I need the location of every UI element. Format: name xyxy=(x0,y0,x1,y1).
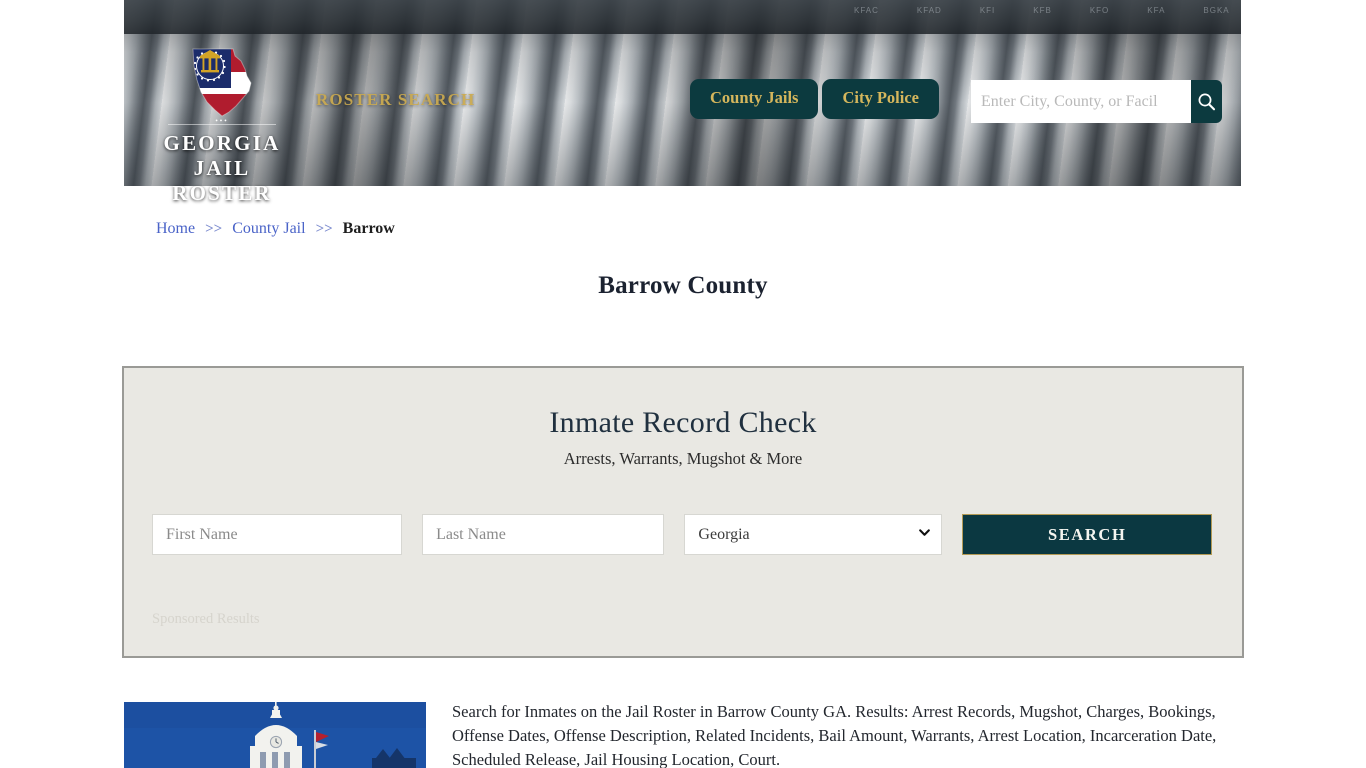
breadcrumb-county-jail-link[interactable]: County Jail xyxy=(232,220,305,237)
page-title: Barrow County xyxy=(598,272,768,299)
logo-line-1: GEORGIA xyxy=(163,131,281,155)
site-search xyxy=(971,80,1222,123)
breadcrumb: Home >> County Jail >> Barrow xyxy=(156,220,395,238)
state-select-wrapper: Georgia xyxy=(684,514,943,555)
inmate-search-button[interactable]: SEARCH xyxy=(962,514,1212,555)
panel-subtitle: Arrests, Warrants, Mugshot & More xyxy=(563,449,803,468)
panel-title: Inmate Record Check xyxy=(549,406,817,439)
logo-divider xyxy=(168,117,276,125)
main-nav: County Jails City Police xyxy=(690,79,939,119)
shelf-label: KFO xyxy=(1089,6,1110,15)
site-search-input[interactable] xyxy=(971,80,1191,123)
nav-city-police-button[interactable]: City Police xyxy=(822,79,939,119)
shelf-label: KFI xyxy=(979,6,996,15)
breadcrumb-separator: >> xyxy=(315,221,333,237)
site-logo[interactable]: GEORGIA JAIL ROSTER xyxy=(152,46,292,205)
georgia-state-flag-icon xyxy=(189,46,255,120)
breadcrumb-home-link[interactable]: Home xyxy=(156,220,195,237)
logo-line-2: JAIL ROSTER xyxy=(172,155,272,205)
inmate-search-form: Georgia SEARCH xyxy=(152,514,1212,555)
shelf-label: KFAD xyxy=(916,6,942,15)
site-search-button[interactable] xyxy=(1191,80,1222,123)
shelf-label: KFA xyxy=(1147,6,1166,15)
header-shelf-labels: KFAC KFAD KFI KFB KFO KFA BGKA xyxy=(854,6,1233,22)
site-tagline: ROSTER SEARCH xyxy=(316,90,476,109)
courthouse-thumbnail[interactable] xyxy=(124,702,426,768)
breadcrumb-separator: >> xyxy=(205,221,223,237)
shelf-label: KFAC xyxy=(854,6,879,15)
page-description: Search for Inmates on the Jail Roster in… xyxy=(452,702,1217,768)
first-name-input[interactable] xyxy=(152,514,403,555)
inmate-record-check-panel: Inmate Record Check Arrests, Warrants, M… xyxy=(122,366,1244,658)
state-select[interactable]: Georgia xyxy=(684,514,943,555)
search-icon xyxy=(1198,93,1216,111)
sponsored-results-label: Sponsored Results xyxy=(152,611,260,627)
breadcrumb-current: Barrow xyxy=(342,220,395,237)
nav-county-jails-button[interactable]: County Jails xyxy=(690,79,819,119)
page-root: KFAC KFAD KFI KFB KFO KFA BGKA ••• GEORG… xyxy=(0,0,1366,768)
shelf-label: KFB xyxy=(1033,6,1052,15)
last-name-input[interactable] xyxy=(422,514,665,555)
shelf-label: BGKA xyxy=(1203,6,1230,15)
